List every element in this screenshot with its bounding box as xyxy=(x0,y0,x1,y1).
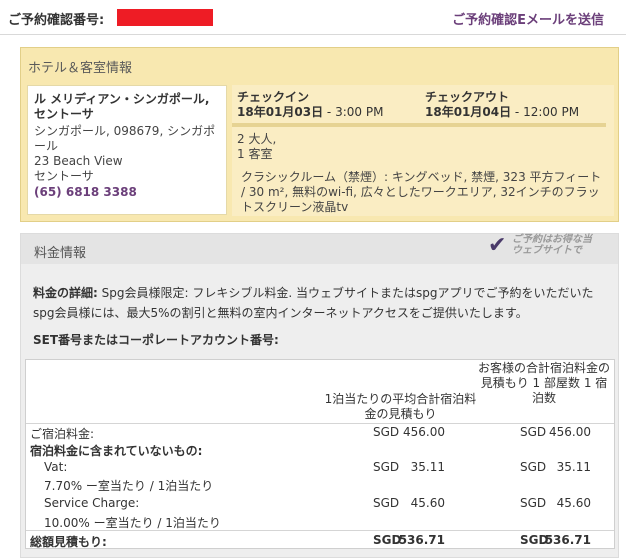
table-cell-amount: 536.71 xyxy=(544,533,591,547)
confirmation-number-redacted xyxy=(117,9,213,26)
badge-line1: ご予約はお得な当 xyxy=(512,234,592,245)
checkout-date: 18年01月04日 xyxy=(425,105,512,119)
checkin-datetime: 18年01月03日 - 3:00 PM xyxy=(237,103,383,120)
best-rate-badge: ご予約はお得な当 ウェブサイトで xyxy=(512,234,592,256)
checkout-datetime: 18年01月04日 - 12:00 PM xyxy=(425,103,579,120)
confirmation-number-label: ご予約確認番号: xyxy=(8,13,105,28)
table-cell-amount: 45.60 xyxy=(410,496,445,510)
stay-divider xyxy=(232,123,606,127)
table-row-label: 宿泊料金に含まれていないもの: xyxy=(30,444,203,458)
hotel-address-line1: シンガポール, 098679, シンガポール xyxy=(34,124,216,153)
checkout-time: - 12:00 PM xyxy=(511,105,580,119)
table-row-label: 総額見積もり: xyxy=(30,535,107,549)
badge-line2: ウェブサイトで xyxy=(512,245,582,256)
table-cell-amount: 456.00 xyxy=(549,425,591,439)
rate-section-title: 料金情報 xyxy=(34,246,87,261)
room-description: クラシックルーム（禁煙）: キングベッド, 禁煙, 323 平方フィート / 3… xyxy=(241,170,602,214)
table-cell-amount: 456.00 xyxy=(403,425,445,439)
table-row-label: 10.00% ー室当たり / 1泊当たり xyxy=(44,516,221,530)
column-header-avg-nightly: 1泊当たりの平均合計宿泊料金の見積もり xyxy=(324,392,477,421)
table-cell-amount: 536.71 xyxy=(398,533,445,547)
rate-details-text: Spg会員様限定: フレキシブル料金. 当ウェブサイトまたはspgアプリでご予約… xyxy=(33,286,594,320)
resend-confirmation-email-link[interactable]: ご予約確認Eメールを送信 xyxy=(452,9,604,28)
table-cell-amount: 35.11 xyxy=(556,460,591,474)
table-cell-amount: 35.11 xyxy=(410,460,445,474)
checkmark-icon: ✔ xyxy=(488,233,507,258)
set-number-label: SET番号またはコーポレートアカウント番号: xyxy=(33,333,279,347)
hotel-section-title: ホテル＆客室情報 xyxy=(28,61,133,76)
rate-details: 料金の詳細: Spg会員様限定: フレキシブル料金. 当ウェブサイトまたはspg… xyxy=(33,283,608,323)
top-divider xyxy=(0,34,626,35)
table-row-label: ご宿泊料金: xyxy=(30,427,95,441)
hotel-address-line3: セントーサ xyxy=(34,169,94,183)
total-divider xyxy=(26,530,614,531)
hotel-card: ル メリディアン・シンガポール, セントーサ シンガポール, 098679, シ… xyxy=(27,85,227,215)
column-header-total: お客様の合計宿泊料金の見積もり 1 部屋数 1 宿泊数 xyxy=(478,361,611,405)
guest-count: 2 大人, xyxy=(237,132,277,146)
checkin-time: - 3:00 PM xyxy=(323,105,384,119)
rate-details-label: 料金の詳細: xyxy=(33,286,98,300)
checkin-date: 18年01月03日 xyxy=(237,105,324,119)
table-cell-amount: 45.60 xyxy=(556,496,591,510)
room-count: 1 客室 xyxy=(237,147,273,161)
table-row-label: Vat: xyxy=(44,460,68,474)
hotel-address-line2: 23 Beach View xyxy=(34,154,123,168)
table-row-label: Service Charge: xyxy=(44,496,140,510)
hotel-phone[interactable]: (65) 6818 3388 xyxy=(34,184,220,200)
hotel-name[interactable]: ル メリディアン・シンガポール, セントーサ xyxy=(34,92,220,122)
table-row-label: 7.70% ー室当たり / 1泊当たり xyxy=(44,479,214,493)
table-header-divider xyxy=(26,423,614,424)
